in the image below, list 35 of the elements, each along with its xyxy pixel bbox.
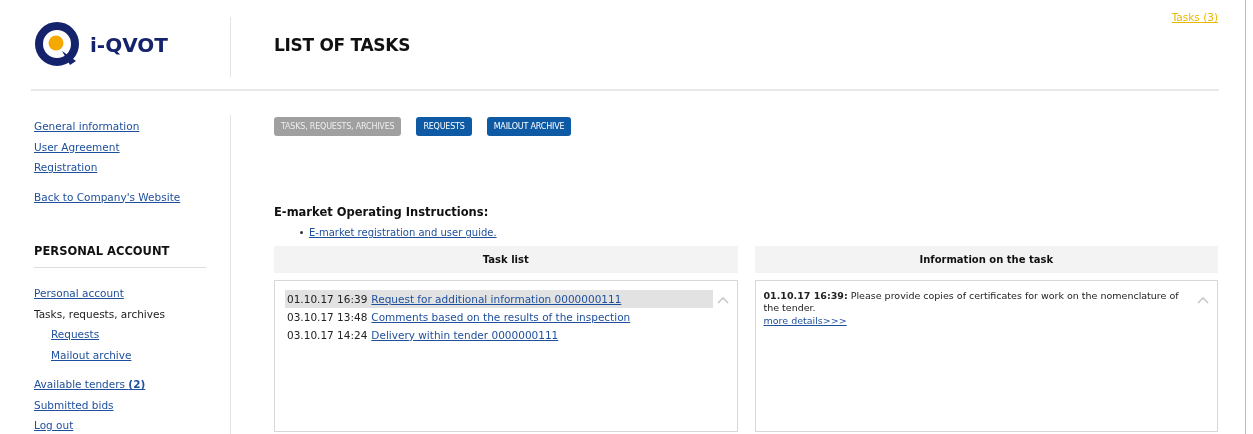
task-time: 03.10.17 13:48 (287, 310, 368, 325)
task-row[interactable]: 03.10.17 14:24 Delivery within tender 0000000111 (285, 326, 713, 344)
task-link[interactable]: Comments based on the results of the inspection (371, 308, 631, 326)
column-header: Task list (274, 246, 738, 273)
sidebar-link[interactable]: Log out (34, 415, 74, 434)
section-heading: E-market Operating Instructions: (274, 205, 490, 219)
section-heading: PERSONAL ACCOUNT (34, 244, 171, 258)
sidebar-link[interactable]: Back to Company's Website (34, 186, 181, 207)
sidebar-link[interactable]: User Agreement (34, 136, 120, 157)
task-time: 03.10.17 14:24 (287, 328, 368, 343)
more-details-link[interactable]: more details>>> (763, 315, 847, 326)
task-row[interactable]: 03.10.17 13:48 Comments based on the results of the inspection (285, 308, 713, 326)
task-row[interactable]: 01.10.17 16:39 Request for additional information 0000000111 (285, 290, 713, 308)
sidebar-link[interactable]: Personal account (34, 283, 124, 304)
logo-icon (34, 20, 82, 69)
sidebar-link[interactable]: Submitted bids (34, 394, 114, 415)
sidebar-link[interactable]: Requests (51, 324, 100, 345)
scroll-up-icon[interactable] (1197, 296, 1209, 304)
tab[interactable]: REQUESTS (416, 117, 472, 136)
guide-link[interactable]: E-market registration and user guide. (309, 227, 497, 238)
scroll-up-icon[interactable] (716, 296, 729, 304)
sidebar-link[interactable]: General information (34, 116, 140, 137)
page-title: LIST OF TASKS (274, 34, 411, 55)
sidebar-link[interactable]: Available tenders (2) (34, 374, 146, 395)
task-description: 01.10.17 16:39: Please provide copies of certificates for work on the nomenclature of the tender. (763, 290, 1180, 314)
task-link[interactable]: Request for additional information 0000000111 (371, 290, 622, 308)
tab[interactable]: MAILOUT ARCHIVE (486, 117, 572, 136)
task-link[interactable]: Delivery within tender 0000000111 (371, 326, 559, 344)
bullet-icon (300, 231, 303, 234)
sidebar-link[interactable]: Registration (34, 157, 98, 178)
sidebar-link[interactable]: Tasks, requests, archives (34, 303, 165, 324)
column-header: Information on the task (754, 246, 1218, 273)
logo-text: i-QVOT (90, 32, 168, 57)
sidebar-link[interactable]: Mailout archive (51, 344, 132, 365)
task-time: 01.10.17 16:39 (287, 292, 368, 307)
